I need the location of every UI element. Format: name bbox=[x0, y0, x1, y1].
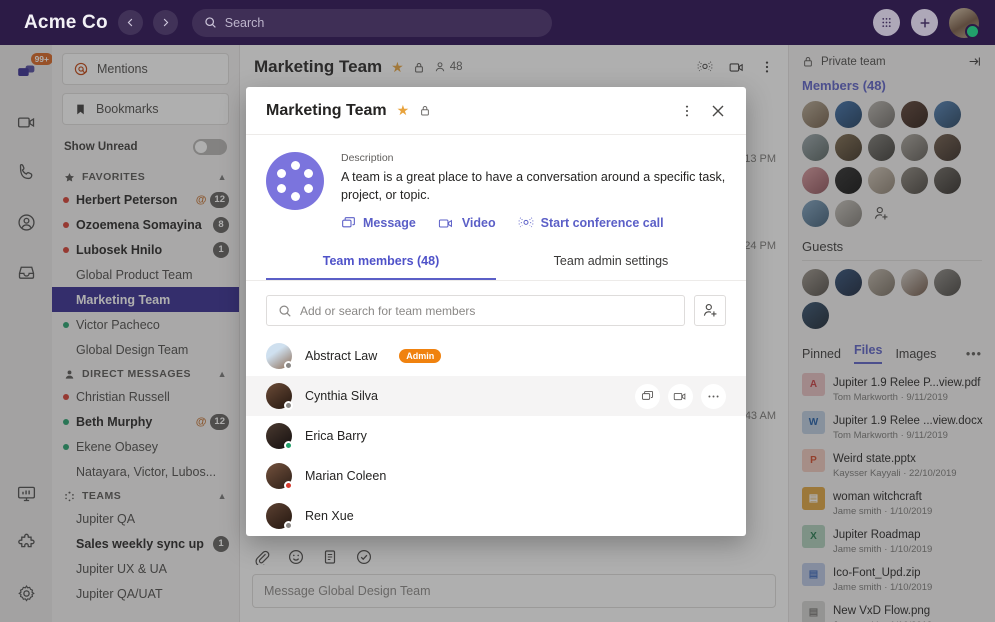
dialog-tabs: Team members (48) Team admin settings bbox=[246, 245, 746, 281]
search-icon bbox=[278, 304, 292, 318]
search-icon bbox=[204, 16, 217, 29]
presence-dot bbox=[284, 521, 293, 530]
app-window: Acme Co Search 99+ bbox=[0, 0, 995, 622]
member-search-input[interactable]: Add or search for team members bbox=[266, 295, 685, 326]
status-badge: Admin bbox=[399, 349, 441, 363]
message-action[interactable]: Message bbox=[341, 216, 416, 231]
chat-button[interactable] bbox=[635, 384, 660, 409]
dialog-header: Marketing Team ★ bbox=[246, 87, 746, 135]
member-name: Abstract Law bbox=[305, 349, 377, 363]
conference-call-action[interactable]: Start conference call bbox=[518, 215, 664, 231]
search-placeholder: Search bbox=[225, 16, 265, 30]
app-grid-button[interactable] bbox=[873, 9, 900, 36]
tab-team-admin-settings[interactable]: Team admin settings bbox=[496, 245, 726, 280]
presence-dot bbox=[284, 441, 293, 450]
plus-icon bbox=[918, 16, 932, 30]
presence-dot bbox=[284, 481, 293, 490]
app-grid-icon bbox=[880, 16, 893, 29]
presence-dot bbox=[284, 361, 293, 370]
conference-call-action-label: Start conference call bbox=[541, 216, 664, 230]
tab-team-members[interactable]: Team members (48) bbox=[266, 245, 496, 280]
lock-icon bbox=[419, 104, 431, 117]
top-bar-actions bbox=[873, 8, 979, 38]
search-input[interactable]: Search bbox=[192, 9, 552, 37]
brand-title: Acme Co bbox=[24, 12, 108, 34]
dialog-header-actions bbox=[680, 103, 726, 119]
message-action-label: Message bbox=[363, 216, 416, 230]
person-add-icon bbox=[702, 302, 719, 319]
member-name: Ren Xue bbox=[305, 509, 354, 523]
table-row[interactable]: Cynthia Silva bbox=[246, 376, 746, 416]
chevron-left-icon bbox=[125, 17, 136, 28]
member-name: Marian Coleen bbox=[305, 469, 386, 483]
team-details-dialog: Marketing Team ★ Description A team is a… bbox=[246, 87, 746, 536]
dialog-title: Marketing Team bbox=[266, 102, 387, 120]
member-list: Abstract Law Admin Cynthia Silva bbox=[246, 336, 746, 536]
video-action[interactable]: Video bbox=[438, 216, 496, 231]
avatar[interactable] bbox=[949, 8, 979, 38]
chevron-right-icon bbox=[160, 17, 171, 28]
video-button[interactable] bbox=[668, 384, 693, 409]
forward-button[interactable] bbox=[153, 10, 178, 35]
row-actions bbox=[635, 384, 726, 409]
star-filled-icon[interactable]: ★ bbox=[397, 102, 410, 119]
avatar bbox=[266, 423, 292, 449]
table-row[interactable]: Ren Xue bbox=[246, 496, 746, 536]
new-item-button[interactable] bbox=[911, 9, 938, 36]
dialog-actions: Message Video Start conference call bbox=[341, 215, 726, 231]
member-search-placeholder: Add or search for team members bbox=[300, 304, 475, 318]
description-block: Description A team is a great place to h… bbox=[341, 152, 726, 231]
table-row[interactable]: Abstract Law Admin bbox=[246, 336, 746, 376]
back-button[interactable] bbox=[118, 10, 143, 35]
avatar bbox=[266, 383, 292, 409]
video-action-label: Video bbox=[462, 216, 496, 230]
description-text: A team is a great place to have a conver… bbox=[341, 168, 726, 204]
more-horizontal-icon bbox=[707, 390, 720, 403]
chat-icon bbox=[341, 216, 356, 231]
member-name: Erica Barry bbox=[305, 429, 367, 443]
close-icon[interactable] bbox=[710, 103, 726, 119]
add-member-button[interactable] bbox=[694, 295, 726, 326]
avatar bbox=[266, 503, 292, 529]
avatar bbox=[266, 343, 292, 369]
member-name: Cynthia Silva bbox=[305, 389, 378, 403]
team-avatar bbox=[266, 152, 324, 210]
table-row[interactable]: Marian Coleen bbox=[246, 456, 746, 496]
dialog-body: Description A team is a great place to h… bbox=[246, 135, 746, 245]
video-icon bbox=[673, 390, 688, 403]
more-vertical-icon[interactable] bbox=[680, 103, 694, 119]
video-icon bbox=[438, 216, 455, 231]
avatar bbox=[266, 463, 292, 489]
chat-icon bbox=[641, 390, 654, 403]
conference-call-icon bbox=[518, 215, 534, 231]
description-label: Description bbox=[341, 152, 726, 164]
top-bar: Acme Co Search bbox=[0, 0, 995, 45]
presence-dot bbox=[284, 401, 293, 410]
member-search-row: Add or search for team members bbox=[246, 281, 746, 336]
table-row[interactable]: Erica Barry bbox=[246, 416, 746, 456]
more-button[interactable] bbox=[701, 384, 726, 409]
